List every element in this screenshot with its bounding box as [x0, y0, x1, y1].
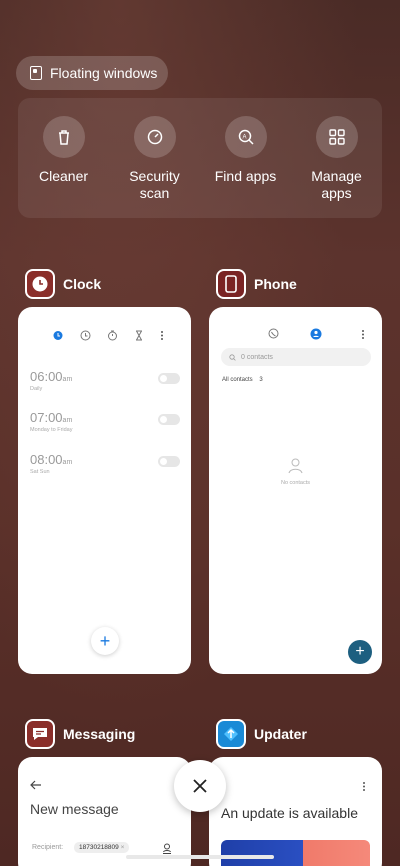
- alarm-repeat: Daily: [30, 386, 43, 392]
- search-icon: [229, 353, 236, 361]
- grid-icon: [315, 116, 358, 158]
- more-menu-icon[interactable]: [361, 329, 365, 340]
- contacts-search-input[interactable]: 0 contacts: [221, 348, 371, 366]
- no-contacts-label: No contacts: [280, 480, 311, 486]
- update-banner-image: [221, 840, 370, 866]
- find-apps-label: Find apps: [214, 168, 277, 184]
- floating-windows-label: Floating windows: [50, 65, 158, 81]
- back-arrow-icon[interactable]: [30, 780, 42, 790]
- remove-recipient-icon[interactable]: ×: [121, 844, 125, 851]
- search-apps-icon: A: [224, 116, 267, 158]
- alarm-ampm: am: [62, 376, 73, 383]
- messaging-title: Messaging: [63, 726, 136, 742]
- alarm-toggle[interactable]: [158, 414, 180, 425]
- alarm-toggle[interactable]: [158, 373, 180, 384]
- recipient-label: Recipient:: [32, 844, 64, 851]
- shield-check-icon: [133, 116, 176, 158]
- cleaner-button[interactable]: Cleaner: [24, 116, 104, 218]
- quick-actions-panel: Cleaner Security scan A Find apps Manage…: [18, 98, 382, 218]
- new-message-heading: New message: [30, 801, 119, 817]
- clock-tabs: [52, 329, 164, 341]
- phone-app-icon: [216, 269, 246, 299]
- close-all-button[interactable]: [174, 760, 226, 812]
- phone-recent-card[interactable]: 0 contacts All contacts 3 No contacts +: [209, 307, 382, 674]
- alarm-time: 07:00: [30, 410, 63, 425]
- more-menu-icon[interactable]: [160, 330, 164, 341]
- contact-picker-icon[interactable]: [162, 843, 172, 854]
- clock-title: Clock: [63, 276, 102, 292]
- stopwatch-tab-icon[interactable]: [107, 330, 118, 341]
- alarm-repeat: Sat Sun: [30, 469, 50, 475]
- alarm-time: 06:00: [30, 369, 63, 384]
- messaging-card-header: Messaging: [25, 719, 135, 749]
- phone-title: Phone: [254, 276, 297, 292]
- contacts-search-placeholder: 0 contacts: [241, 353, 273, 361]
- world-clock-tab-icon[interactable]: [80, 330, 91, 341]
- timer-tab-icon[interactable]: [134, 330, 144, 341]
- cleaner-label: Cleaner: [38, 168, 89, 184]
- more-menu-icon[interactable]: [362, 781, 366, 792]
- phone-card-header: Phone: [216, 269, 297, 299]
- messaging-recent-card[interactable]: New message Recipient: 18730218809 ×: [18, 757, 191, 866]
- security-scan-label: Security scan: [129, 168, 180, 201]
- find-apps-button[interactable]: A Find apps: [206, 116, 286, 218]
- all-contacts-row[interactable]: All contacts 3: [222, 377, 263, 383]
- alarm-ampm: am: [62, 459, 73, 466]
- add-alarm-button[interactable]: +: [91, 627, 119, 655]
- floating-windows-button[interactable]: Floating windows: [16, 56, 168, 90]
- all-contacts-count: 3: [259, 377, 263, 383]
- recipient-chip[interactable]: 18730218809 ×: [74, 842, 130, 853]
- alarm-item[interactable]: 07:00am Monday to Friday: [30, 410, 180, 433]
- all-contacts-label: All contacts: [222, 377, 253, 383]
- home-indicator[interactable]: [126, 855, 274, 859]
- updater-card-header: Updater: [216, 719, 307, 749]
- alarm-repeat: Monday to Friday: [30, 427, 73, 433]
- plus-icon: +: [355, 643, 365, 660]
- contacts-tab-icon[interactable]: [310, 328, 322, 340]
- manage-apps-label: Manage apps: [311, 168, 362, 201]
- update-heading: An update is available: [221, 805, 358, 821]
- alarm-item[interactable]: 06:00am Daily: [30, 369, 180, 392]
- updater-title: Updater: [254, 726, 307, 742]
- clock-recent-card[interactable]: 06:00am Daily 07:00am Monday to Friday 0…: [18, 307, 191, 674]
- add-contact-button[interactable]: +: [348, 640, 372, 664]
- updater-recent-card[interactable]: An update is available: [209, 757, 382, 866]
- alarm-time: 08:00: [30, 452, 63, 467]
- empty-contact-icon: [288, 458, 303, 474]
- trash-icon: [42, 116, 85, 158]
- plus-icon: +: [99, 630, 111, 651]
- alarm-tab-icon[interactable]: [52, 329, 64, 341]
- call-log-tab-icon[interactable]: [268, 328, 279, 339]
- alarm-toggle[interactable]: [158, 456, 180, 467]
- clock-card-header: Clock: [25, 269, 101, 299]
- alarm-ampm: am: [62, 417, 73, 424]
- alarm-item[interactable]: 08:00am Sat Sun: [30, 452, 180, 475]
- close-icon: [193, 779, 207, 793]
- updater-app-icon: [216, 719, 246, 749]
- security-scan-button[interactable]: Security scan: [115, 116, 195, 218]
- clock-app-icon: [25, 269, 55, 299]
- messaging-app-icon: [25, 719, 55, 749]
- recipient-value: 18730218809: [79, 844, 119, 851]
- manage-apps-button[interactable]: Manage apps: [297, 116, 377, 218]
- svg-text:A: A: [242, 135, 246, 141]
- floating-window-icon: [30, 66, 42, 80]
